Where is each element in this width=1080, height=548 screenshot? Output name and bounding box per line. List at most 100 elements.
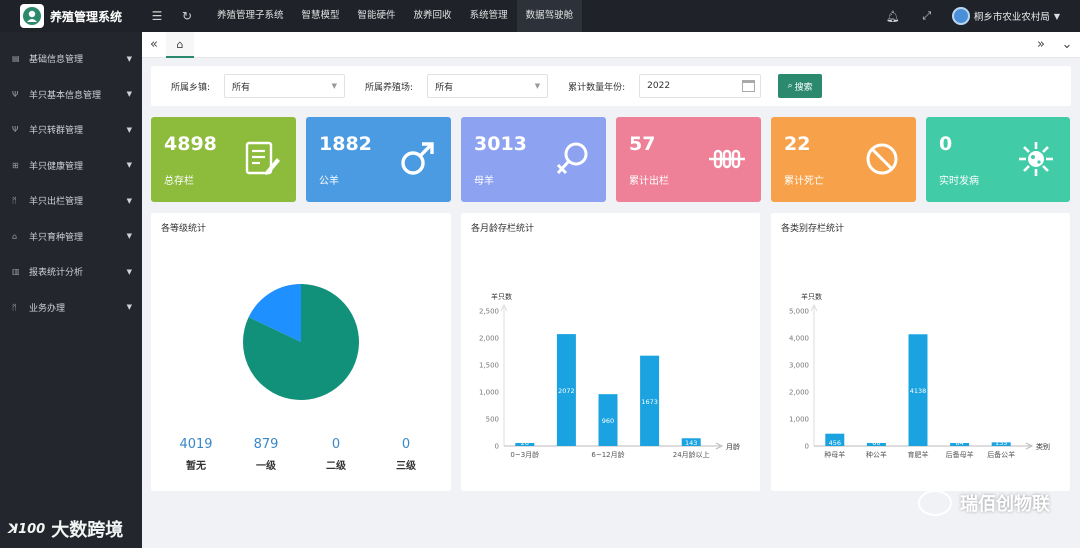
x-tick-label: 后备母羊 [946, 450, 974, 459]
tab-bar-right: » ⌄ [1028, 32, 1080, 58]
sidebar-item-label: 羊只健康管理 [29, 161, 84, 172]
bar-value-label: 960 [602, 417, 614, 425]
nav-data-cockpit[interactable]: 数据驾驶舱 [516, 0, 583, 32]
logo-area[interactable]: 养殖管理系统 [0, 0, 142, 32]
y-tick-label: 2,000 [479, 335, 499, 343]
sidebar-item-label: 报表统计分析 [29, 268, 84, 279]
x-axis-label: 类别 [1036, 442, 1050, 451]
bar-value-label: 26 [521, 439, 529, 447]
male-icon [401, 142, 434, 175]
card-total-stock[interactable]: 4898 总存栏 [151, 117, 296, 202]
card-illness[interactable]: 0 实时发病 [926, 117, 1070, 202]
bar-value-label: 4138 [910, 387, 927, 395]
top-bar: 养殖管理系统 ☰ ↻ 养殖管理子系统 智慧模型 智能硬件 放养回收 系统管理 数… [0, 0, 1080, 32]
sidebar-item-label: 业务办理 [29, 303, 66, 314]
card-deaths[interactable]: 22 累计死亡 [771, 117, 916, 202]
grade-panel: 各等级统计 4019 暂无 879 一级 0 二级 0 三级 [151, 213, 451, 491]
refresh-icon[interactable]: ↻ [172, 9, 202, 23]
sidebar-item-label: 羊只基本信息管理 [29, 90, 102, 101]
chevron-down-icon: ▼ [1053, 11, 1060, 21]
card-male[interactable]: 1882 公羊 [306, 117, 451, 202]
sheep-icon: ᛗ [12, 196, 17, 206]
sidebar-item-group-transfer[interactable]: Ψ 羊只转群管理 ▼ [0, 112, 142, 148]
virus-icon [1019, 142, 1053, 176]
card-label: 母羊 [474, 176, 494, 187]
month-panel: 各月龄存栏统计 羊只数 0 500 1,000 1,500 2,000 2,500 月龄 26 0… [461, 213, 760, 491]
farm-select-value: 所有 [435, 82, 454, 93]
watermark-right-text: 瑞佰创物联 [960, 494, 1050, 515]
bell-icon[interactable]: 🔔︎ [876, 10, 910, 23]
farm-select[interactable]: 所有 ▼ [427, 74, 549, 98]
y-tick-label: 1,000 [479, 389, 499, 397]
sidebar-item-business[interactable]: ᛗ 业务办理 ▼ [0, 290, 142, 326]
nav-smart-model[interactable]: 智慧模型 [293, 0, 349, 32]
sidebar-item-outbound[interactable]: ᛗ 羊只出栏管理 ▼ [0, 183, 142, 219]
search-button[interactable]: ⌕ 搜索 [778, 74, 823, 98]
category-panel: 各类别存栏统计 羊只数 0 1,000 2,000 3,000 4,000 5,000 类别 4… [771, 213, 1070, 491]
card-female[interactable]: 3013 母羊 [461, 117, 606, 202]
card-value: 4898 [164, 133, 217, 155]
y-tick-label: 1,000 [789, 416, 809, 424]
card-outbound[interactable]: 57 累计出栏 [616, 117, 761, 202]
card-value: 22 [784, 133, 811, 155]
grade-stat-third: 0 三级 [376, 437, 436, 472]
town-select-value: 所有 [232, 82, 251, 93]
top-nav: 养殖管理子系统 智慧模型 智能硬件 放养回收 系统管理 数据驾驶舱 [208, 0, 583, 32]
card-value: 1882 [319, 133, 372, 155]
menu-toggle-icon[interactable]: ☰ [142, 9, 172, 23]
x-tick-label: 24月龄以上 [673, 450, 710, 459]
fullscreen-icon[interactable]: ⤢ [910, 9, 944, 23]
chevron-down-icon: ▼ [126, 161, 132, 170]
chevron-down-icon: ▼ [534, 82, 541, 90]
stat-label: 三级 [396, 461, 416, 472]
sheep-icon: ᛗ [12, 302, 17, 312]
sidebar-item-label: 基础信息管理 [29, 55, 84, 66]
card-label: 公羊 [319, 176, 339, 187]
sidebar-item-reports[interactable]: ▥ 报表统计分析 ▼ [0, 254, 142, 290]
stat-value: 4019 [179, 437, 213, 452]
grade-stat-first: 879 一级 [236, 437, 296, 472]
grade-stat-second: 0 二级 [306, 437, 366, 472]
sheep-icon: Ψ [12, 89, 19, 99]
nav-smart-hardware[interactable]: 智能硬件 [349, 0, 405, 32]
stat-label: 暂无 [186, 461, 206, 472]
x-tick-label: 后备公羊 [987, 450, 1015, 459]
sidebar-item-breeding[interactable]: ⌂ 羊只育种管理 ▼ [0, 219, 142, 255]
x-tick-label: 6~12月龄 [591, 450, 624, 459]
month-bar-chart: 羊只数 0 500 1,000 1,500 2,000 2,500 月龄 26 0~3月龄 2072… [479, 292, 740, 459]
nav-release-recovery[interactable]: 放养回收 [405, 0, 461, 32]
user-name: 桐乡市农业农村局 [973, 12, 1050, 23]
chevron-down-icon: ▼ [331, 82, 338, 90]
grade-pie-chart [243, 284, 359, 400]
year-date-input[interactable]: 2022 [639, 74, 762, 98]
sidebar-item-health[interactable]: ⊞ 羊只健康管理 ▼ [0, 148, 142, 184]
scroll-right-icon[interactable]: » [1028, 32, 1054, 58]
card-value: 0 [939, 133, 953, 155]
home-tab-icon[interactable]: ⌂ [166, 31, 194, 58]
grade-stats: 4019 暂无 879 一级 0 二级 0 三级 [151, 437, 451, 477]
y-tick-label: 4,000 [789, 335, 809, 343]
grade-panel-title: 各等级统计 [161, 224, 207, 234]
x-tick-label: 0~3月龄 [510, 450, 539, 459]
sheep-icon: Ψ [12, 125, 19, 135]
chevron-down-icon: ▼ [126, 232, 132, 241]
form-icon [245, 141, 280, 175]
y-tick-label: 3,000 [789, 362, 809, 370]
nav-system-management[interactable]: 系统管理 [461, 0, 517, 32]
sidebar-item-basic-info[interactable]: ▤ 基础信息管理 ▼ [0, 41, 142, 77]
calendar-icon [742, 80, 756, 92]
tab-menu-chevron-down-icon[interactable]: ⌄ [1054, 32, 1080, 58]
x-tick-label: 种公羊 [866, 450, 887, 459]
sidebar-item-label: 羊只育种管理 [29, 232, 84, 243]
logo-icon [20, 4, 44, 28]
nav-breeding-subsystem[interactable]: 养殖管理子系统 [208, 0, 293, 32]
x-tick-label: 育肥羊 [908, 450, 929, 459]
chevron-down-icon: ▼ [126, 303, 132, 312]
x-axis-label: 月龄 [726, 442, 740, 451]
town-select[interactable]: 所有 ▼ [224, 74, 346, 98]
user-menu[interactable]: 桐乡市农业农村局 ▼ [951, 7, 1060, 25]
sidebar-item-sheep-info[interactable]: Ψ 羊只基本信息管理 ▼ [0, 77, 142, 113]
y-tick-label: 0 [495, 443, 499, 451]
scroll-left-icon[interactable]: « [142, 32, 166, 58]
category-bar-chart: 羊只数 0 1,000 2,000 3,000 4,000 5,000 类别 456 种母羊 86 种… [789, 292, 1050, 459]
